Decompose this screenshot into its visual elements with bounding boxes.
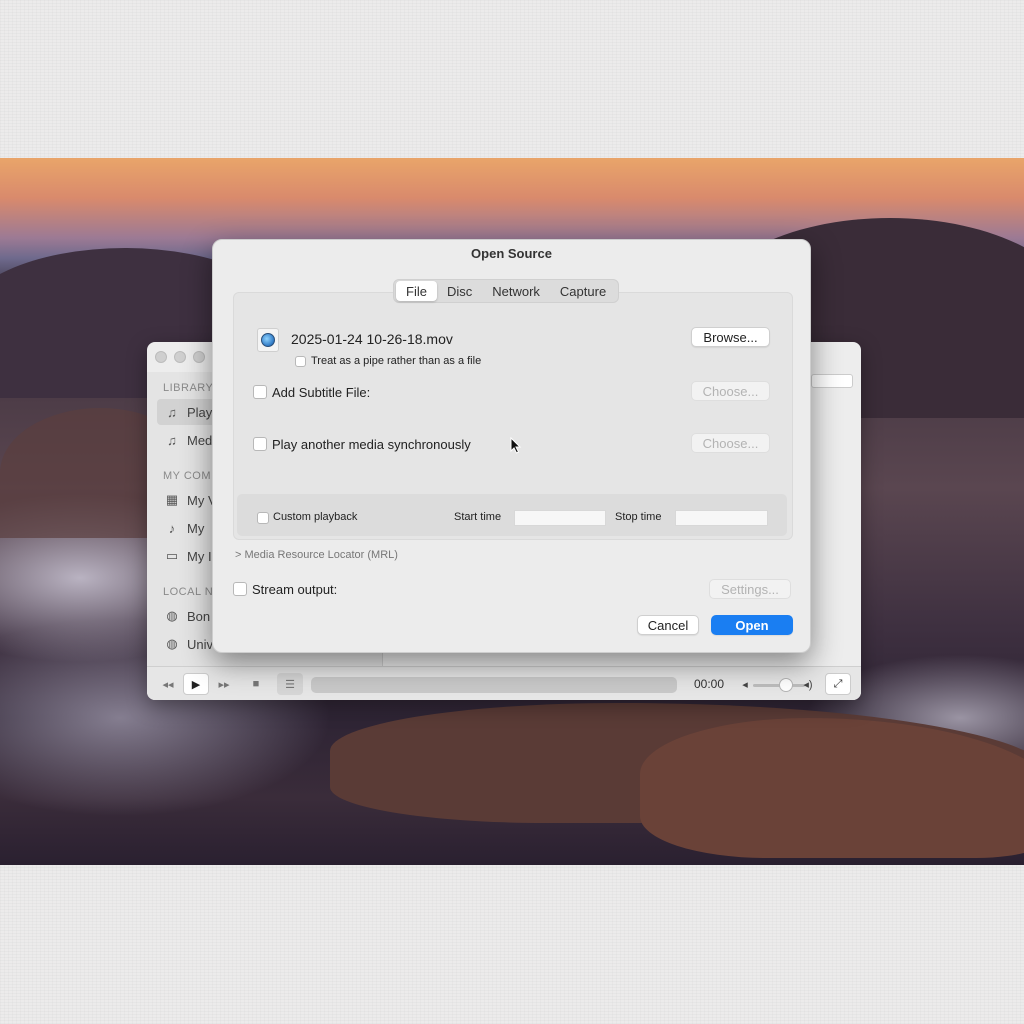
selected-file-name: 2025-01-24 10-26-18.mov [291, 331, 453, 347]
sync-media-label: Play another media synchronously [272, 437, 471, 452]
cancel-button[interactable]: Cancel [637, 615, 699, 635]
open-button[interactable]: Open [711, 615, 793, 635]
custom-playback-label: Custom playback [273, 511, 358, 523]
stop-time-label: Stop time [615, 511, 662, 523]
browse-button[interactable]: Browse... [691, 327, 770, 347]
mrl-label: Media Resource Locator (MRL) [244, 549, 398, 561]
sync-media-checkbox[interactable] [253, 437, 267, 451]
fullscreen-button[interactable]: ⤢ [825, 673, 851, 695]
stream-output-checkbox[interactable] [233, 582, 247, 596]
sidebar-item-label: My [187, 520, 205, 536]
tab-bar: File Disc Network Capture [393, 279, 620, 303]
sidebar-item-label: Play [187, 404, 213, 420]
pipe-label: Treat as a pipe rather than as a file [311, 355, 482, 367]
music-note-icon: ♪ [168, 520, 176, 536]
volume-low-icon: ◂ [742, 678, 748, 691]
stream-output-label: Stream output: [252, 582, 338, 597]
film-icon: ▦ [165, 492, 179, 507]
globe-icon: ◍ [166, 608, 178, 623]
minimize-window-button[interactable] [174, 351, 186, 363]
music-note-icon: ♫ [167, 432, 177, 448]
my-computer-header: MY COMI [163, 470, 215, 482]
sidebar-item-my-videos[interactable]: ▦ My V [157, 487, 217, 513]
sidebar-item-media-library[interactable]: ♫ Med [157, 427, 217, 453]
fast-forward-button[interactable]: ▸▸ [211, 673, 237, 695]
tab-network[interactable]: Network [482, 281, 550, 301]
time-label: 00:00 [694, 677, 725, 691]
rewind-button[interactable]: ◂◂ [155, 673, 181, 695]
stop-time-field[interactable] [675, 510, 768, 526]
tab-file[interactable]: File [396, 281, 437, 301]
zoom-window-button[interactable] [193, 351, 205, 363]
dialog-title: Open Source [471, 246, 552, 261]
tab-capture[interactable]: Capture [550, 281, 616, 301]
stream-settings-button[interactable]: Settings... [709, 579, 791, 599]
pipe-checkbox[interactable] [295, 356, 306, 367]
choose-sync-media-button[interactable]: Choose... [691, 433, 770, 453]
seek-bar[interactable] [311, 677, 677, 693]
close-window-button[interactable] [155, 351, 167, 363]
search-input[interactable] [811, 374, 853, 388]
sidebar-item-playlist[interactable]: ♫ Play [157, 399, 217, 425]
start-time-field[interactable] [514, 510, 606, 526]
stop-button[interactable]: ■ [243, 673, 269, 695]
subtitle-label: Add Subtitle File: [272, 385, 371, 400]
sidebar-item-upnp[interactable]: ◍ Univ [157, 631, 217, 657]
play-button[interactable]: ▶ [183, 673, 209, 695]
chevron-right-icon: > [235, 549, 242, 561]
sidebar-item-label: My I [187, 548, 212, 564]
subtitle-checkbox[interactable] [253, 385, 267, 399]
playlist-toggle-button[interactable]: ☰ [277, 673, 303, 695]
sidebar-item-my-music[interactable]: ♪ My [157, 515, 217, 541]
globe-icon: ◍ [166, 636, 178, 651]
file-icon [257, 328, 279, 352]
picture-icon: ▭ [165, 548, 179, 563]
tab-disc[interactable]: Disc [437, 281, 482, 301]
custom-playback-checkbox[interactable] [257, 512, 269, 524]
sidebar-item-label: Bon [187, 608, 211, 624]
volume-knob[interactable] [779, 678, 793, 692]
volume-high-icon: ◂) [803, 678, 813, 691]
sidebar-item-label: Med [187, 432, 213, 448]
coastline [640, 718, 1024, 858]
sidebar-item-bonjour[interactable]: ◍ Bon [157, 603, 217, 629]
sidebar-item-my-pictures[interactable]: ▭ My I [157, 543, 217, 569]
choose-subtitle-button[interactable]: Choose... [691, 381, 770, 401]
playback-controls: ◂◂ ▶ ▸▸ ■ ☰ 00:00 ◂ ◂) ⤢ [147, 666, 861, 700]
mouse-cursor-icon [510, 437, 522, 454]
sidebar-item-label: Univ [187, 636, 214, 652]
start-time-label: Start time [454, 511, 502, 523]
music-note-icon: ♫ [167, 404, 177, 420]
mrl-disclosure[interactable]: > Media Resource Locator (MRL) [235, 549, 398, 561]
local-network-header: LOCAL N [163, 586, 214, 598]
library-header: LIBRARY [163, 382, 214, 394]
